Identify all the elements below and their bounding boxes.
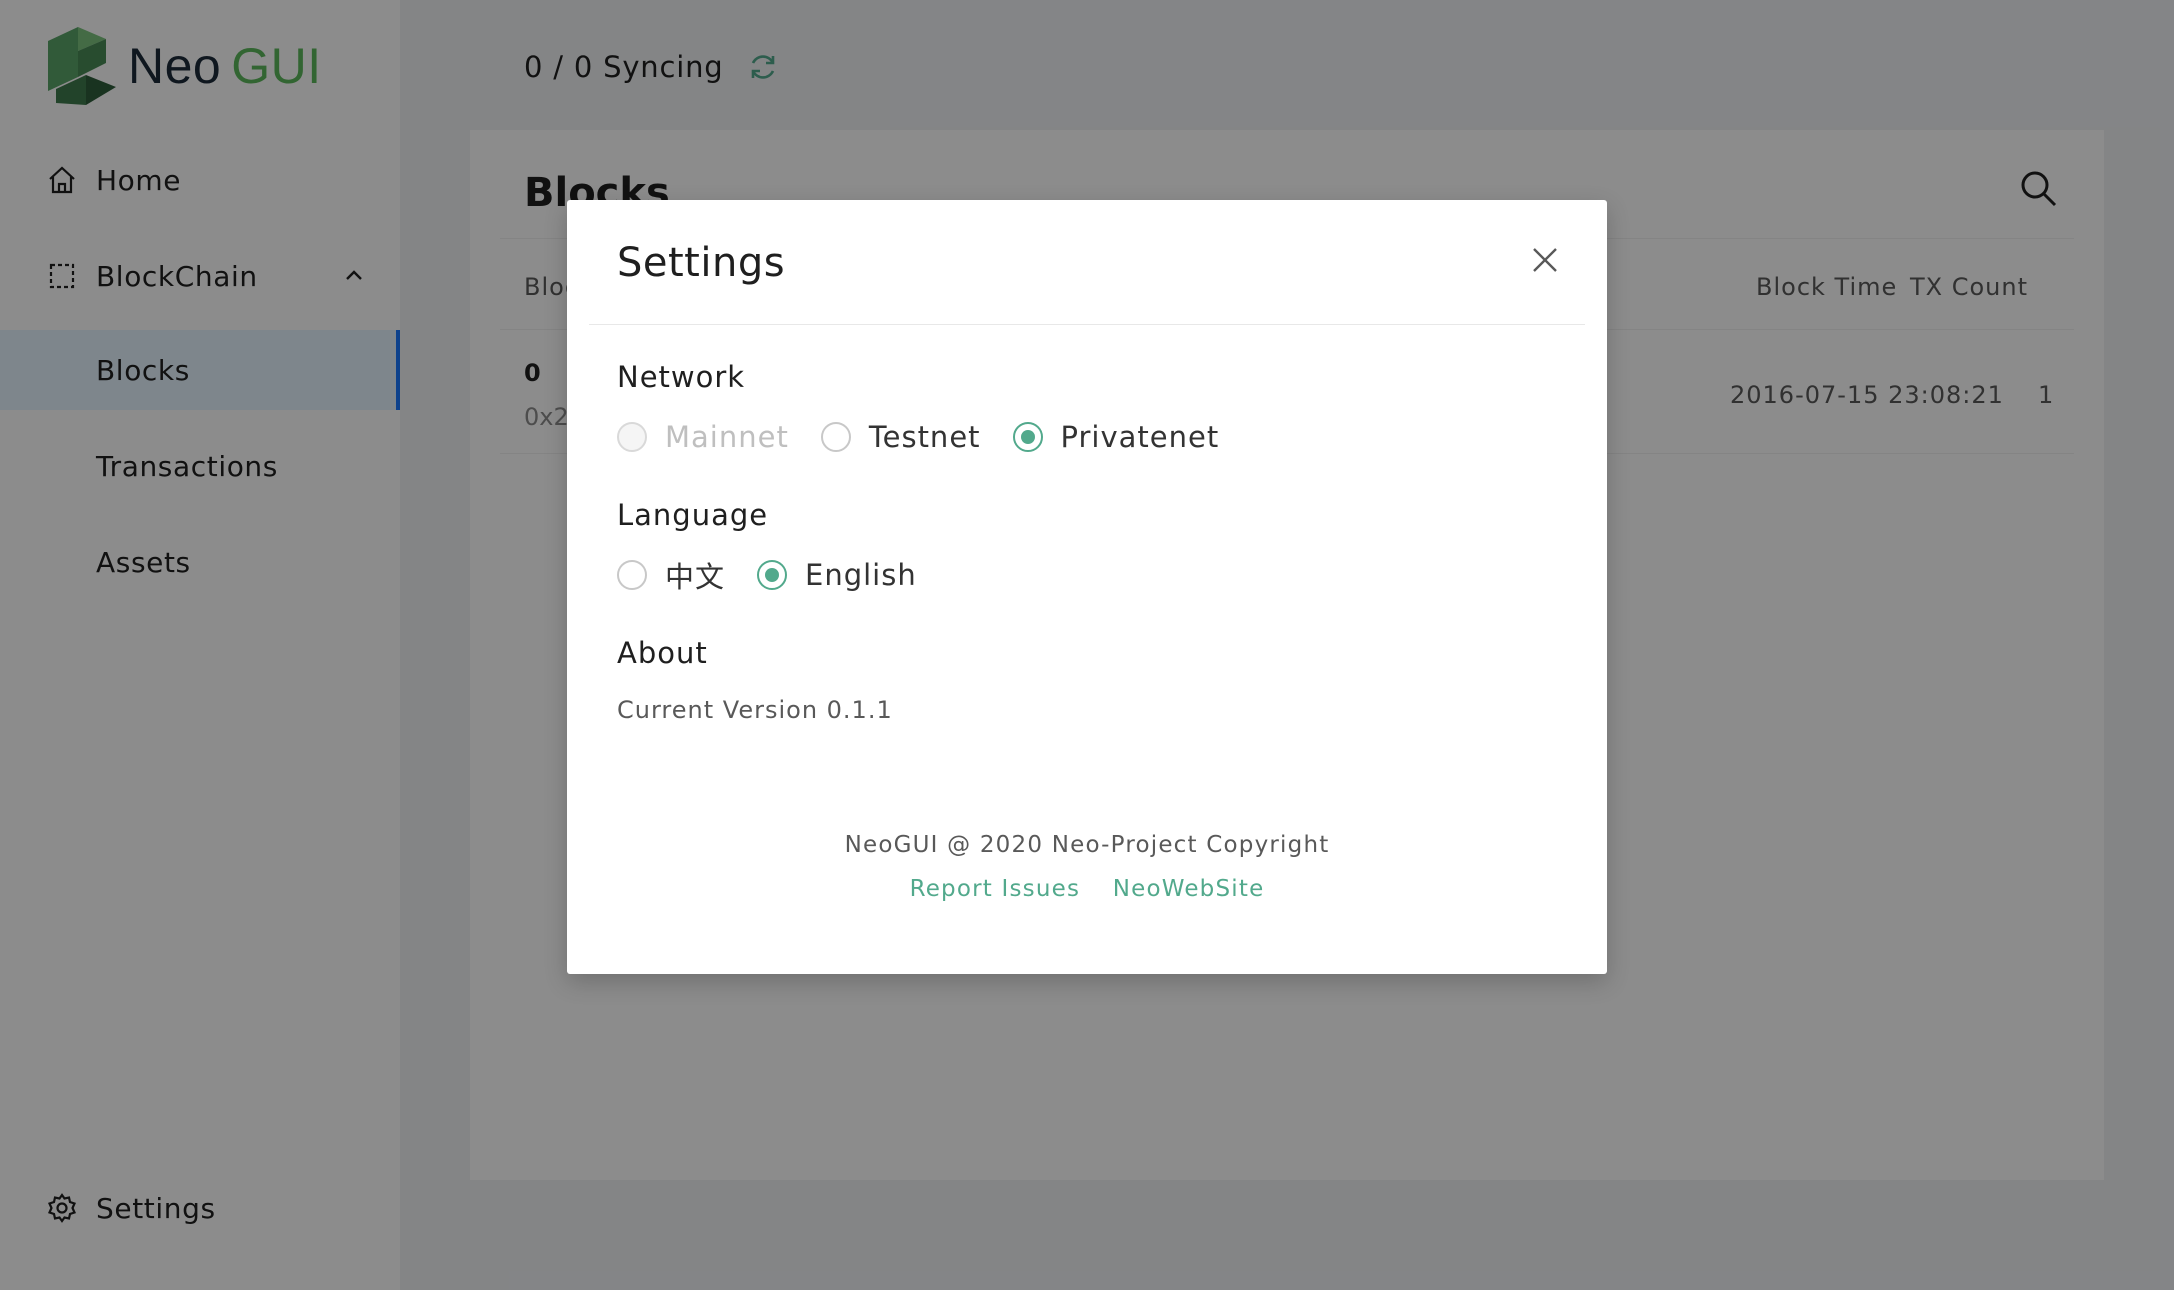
- network-section-title: Network: [617, 360, 746, 394]
- radio-testnet[interactable]: Testnet: [820, 420, 981, 454]
- radio-label: English: [805, 558, 917, 592]
- radio-label: 中文: [665, 560, 726, 594]
- footer-links: Report Issues NeoWebSite: [567, 876, 1607, 902]
- language-section-title: Language: [617, 498, 769, 532]
- settings-modal: Settings Network Mainnet Testnet Private…: [567, 200, 1607, 974]
- radio-privatenet[interactable]: Privatenet: [1012, 420, 1220, 454]
- close-button[interactable]: [1523, 238, 1567, 282]
- radio-label: Testnet: [868, 420, 981, 454]
- about-section-title: About: [617, 636, 708, 670]
- neo-website-link[interactable]: NeoWebSite: [1113, 876, 1265, 902]
- radio-circle: [820, 422, 851, 452]
- close-icon: [1533, 248, 1557, 272]
- radio-circle: [1012, 422, 1043, 452]
- version-text: Current Version 0.1.1: [617, 696, 893, 724]
- neogui-app: Neo GUI Home BlockChain Blocks Transacti…: [0, 0, 2174, 1290]
- network-radio-group: Mainnet Testnet Privatenet: [617, 417, 1251, 457]
- radio-chinese[interactable]: 中文: [617, 554, 725, 596]
- radio-label: Privatenet: [1060, 420, 1220, 454]
- radio-circle: [617, 422, 647, 452]
- modal-divider: [589, 324, 1585, 325]
- radio-english[interactable]: English: [757, 558, 917, 592]
- copyright-text: NeoGUI @ 2020 Neo-Project Copyright: [844, 832, 1330, 858]
- language-radio-group: 中文 English: [617, 555, 949, 595]
- radio-circle: [757, 560, 788, 590]
- modal-title: Settings: [617, 240, 786, 286]
- radio-mainnet: Mainnet: [617, 420, 789, 454]
- radio-label: Mainnet: [665, 420, 789, 454]
- report-issues-link[interactable]: Report Issues: [910, 876, 1081, 902]
- radio-circle: [617, 560, 647, 590]
